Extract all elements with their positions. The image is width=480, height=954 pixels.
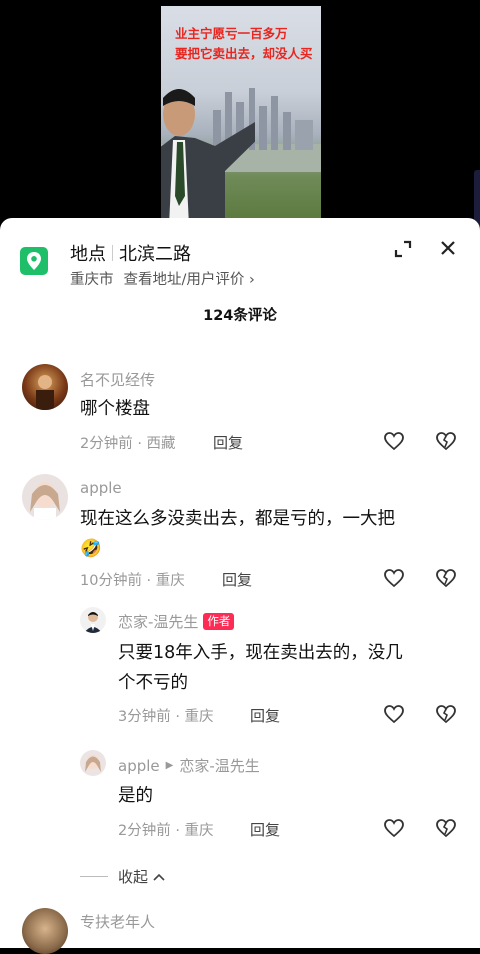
location-name: 北滨二路 bbox=[119, 244, 191, 265]
avatar[interactable] bbox=[22, 908, 68, 954]
comment-username[interactable]: 名不见经传 bbox=[80, 369, 155, 390]
comment-text-line: 现在这么多没卖出去，都是亏的，一大把 bbox=[80, 509, 395, 529]
comment-username[interactable]: 专扶老年人 bbox=[80, 911, 155, 932]
comment-username[interactable]: apple ▶ 恋家-温先生 bbox=[118, 755, 260, 776]
avatar[interactable] bbox=[80, 750, 106, 776]
heart-icon[interactable] bbox=[383, 703, 405, 725]
location-pin-icon bbox=[20, 247, 48, 275]
video-player[interactable]: 业主宁愿亏一百多万 要把它卖出去，却没人买 bbox=[0, 0, 480, 260]
collapse-label: 收起 bbox=[118, 868, 149, 886]
location-subtitle[interactable]: 重庆市 查看地址/用户评价 › bbox=[70, 268, 255, 289]
presenter-figure bbox=[161, 89, 255, 220]
close-icon[interactable] bbox=[436, 236, 460, 260]
comment-text-line: 个不亏的 bbox=[118, 673, 188, 693]
reply-to-username[interactable]: 恋家-温先生 bbox=[179, 755, 259, 776]
building bbox=[271, 96, 278, 150]
caption-line-1: 业主宁愿亏一百多万 bbox=[175, 26, 288, 41]
comment-count: 124条评论 bbox=[203, 308, 277, 324]
comment-meta: 3分钟前 · 重庆 bbox=[118, 709, 214, 725]
play-arrow-icon: ▶ bbox=[165, 760, 174, 771]
comment-text: 是的 bbox=[118, 786, 153, 806]
reply-username: apple bbox=[118, 756, 160, 775]
reply-button[interactable]: 回复 bbox=[250, 705, 280, 726]
location-links-text: 查看地址/用户评价 bbox=[123, 272, 245, 288]
heart-icon[interactable] bbox=[383, 430, 405, 452]
building bbox=[283, 112, 291, 150]
chevron-up-icon bbox=[152, 868, 166, 886]
chevron-right-icon: › bbox=[249, 272, 255, 288]
heart-icon[interactable] bbox=[383, 817, 405, 839]
laughing-emoji-icon: 🤣 bbox=[80, 539, 102, 559]
expand-icon[interactable] bbox=[392, 238, 414, 260]
broken-heart-icon[interactable] bbox=[435, 430, 457, 452]
divider bbox=[112, 245, 113, 261]
location-bar[interactable]: 地点 北滨二路 重庆市 查看地址/用户评价 › bbox=[0, 218, 480, 298]
location-label: 地点 bbox=[70, 244, 106, 265]
comment-text-line: 只要18年入手，现在卖出去的，没几 bbox=[118, 643, 403, 663]
building bbox=[295, 120, 313, 150]
comment-username[interactable]: 恋家-温先生 作者 bbox=[118, 611, 235, 632]
reply-button[interactable]: 回复 bbox=[222, 569, 252, 590]
comment-meta: 2分钟前 · 重庆 bbox=[118, 823, 214, 839]
heart-icon[interactable] bbox=[383, 567, 405, 589]
video-caption: 业主宁愿亏一百多万 要把它卖出去，却没人买 bbox=[175, 24, 313, 64]
broken-heart-icon[interactable] bbox=[435, 703, 457, 725]
caption-line-2: 要把它卖出去，却没人买 bbox=[175, 46, 313, 61]
comment-text: 现在这么多没卖出去，都是亏的，一大把 🤣 bbox=[80, 504, 450, 564]
reply-button[interactable]: 回复 bbox=[213, 432, 243, 453]
divider bbox=[80, 876, 108, 877]
avatar[interactable] bbox=[80, 607, 106, 633]
comment-meta: 10分钟前 · 重庆 bbox=[80, 573, 185, 589]
building bbox=[259, 106, 267, 150]
reply-button[interactable]: 回复 bbox=[250, 819, 280, 840]
avatar[interactable] bbox=[22, 474, 68, 520]
location-links[interactable]: 查看地址/用户评价 › bbox=[124, 268, 255, 289]
location-title: 地点 北滨二路 bbox=[70, 240, 191, 266]
comment-meta: 2分钟前 · 西藏 bbox=[80, 436, 176, 452]
broken-heart-icon[interactable] bbox=[435, 817, 457, 839]
comment-sheet: 地点 北滨二路 重庆市 查看地址/用户评价 › 124条评论 名不见经传 哪个楼… bbox=[0, 218, 480, 954]
comment-text: 哪个楼盘 bbox=[80, 399, 150, 419]
video-frame[interactable]: 业主宁愿亏一百多万 要把它卖出去，却没人买 bbox=[161, 6, 321, 220]
reply-username: 恋家-温先生 bbox=[118, 613, 199, 631]
collapse-replies-button[interactable]: 收起 bbox=[80, 866, 166, 887]
author-badge: 作者 bbox=[203, 613, 235, 630]
comment-text: 只要18年入手，现在卖出去的，没几 个不亏的 bbox=[118, 638, 458, 698]
avatar[interactable] bbox=[22, 364, 68, 410]
location-city: 重庆市 bbox=[70, 272, 114, 288]
broken-heart-icon[interactable] bbox=[435, 567, 457, 589]
comment-username[interactable]: apple bbox=[80, 479, 122, 497]
